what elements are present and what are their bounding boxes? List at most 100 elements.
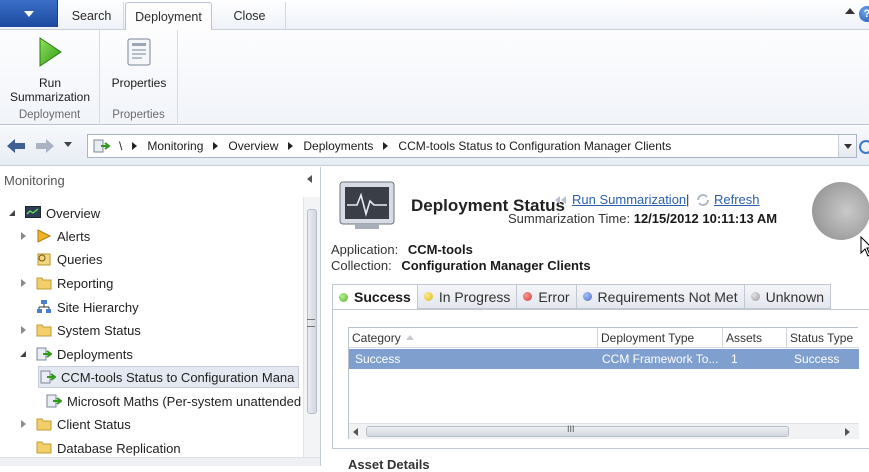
address-bar[interactable]: \ Monitoring Overview Deployments CCM-to… [87, 134, 857, 158]
success-dot-icon [339, 292, 348, 302]
forward-arrow-icon[interactable] [34, 136, 56, 156]
scroll-grip: III [567, 424, 575, 434]
application-menu-button[interactable] [0, 0, 58, 27]
refresh-link[interactable]: Refresh [696, 192, 760, 207]
application-row: Application: CCM-tools [331, 242, 473, 257]
expander-open-icon[interactable] [17, 348, 29, 360]
status-tabs: Success In Progress Error Requirements N… [332, 284, 831, 310]
navigation-bar: \ Monitoring Overview Deployments CCM-to… [0, 126, 869, 166]
collection-value: Configuration Manager Clients [401, 258, 591, 273]
run-summarization-icon [554, 194, 568, 206]
column-header-category[interactable]: Category [349, 328, 598, 348]
tab-in-progress[interactable]: In Progress [417, 284, 518, 309]
address-dropdown-button[interactable] [838, 135, 856, 157]
summarization-time: Summarization Time: 12/15/2012 10:11:13 … [508, 211, 777, 226]
breadcrumb-root[interactable]: \ [113, 139, 128, 153]
tree-label: Overview [46, 205, 101, 221]
tree-item-site-hierarchy[interactable]: Site Hierarchy [35, 296, 139, 318]
play-icon [33, 34, 67, 70]
tree-item-queries[interactable]: Queries [35, 248, 103, 270]
collapse-pane-icon[interactable] [307, 175, 312, 183]
column-header-status-type[interactable]: Status Type [787, 328, 859, 348]
tab-success[interactable]: Success [332, 284, 418, 310]
navigation-vertical-scrollbar[interactable] [303, 197, 320, 457]
tab-search[interactable]: Search [60, 2, 124, 30]
breadcrumb-item[interactable]: Overview [222, 139, 284, 153]
tree-item-system-status[interactable]: System Status [17, 319, 141, 341]
unknown-dot-icon [750, 292, 760, 301]
alert-icon [35, 228, 53, 244]
back-arrow-icon[interactable] [5, 136, 27, 156]
tab-close[interactable]: Close [214, 2, 286, 30]
tab-requirements-not-met[interactable]: Requirements Not Met [576, 284, 745, 309]
column-header-assets[interactable]: Assets [723, 328, 787, 348]
collection-label: Collection: [331, 258, 392, 273]
history-dropdown-icon[interactable] [64, 142, 72, 147]
tree-item-ccm-tools-deployment[interactable]: CCM-tools Status to Configuration Mana [38, 366, 299, 388]
cell-status-type: Success [794, 352, 840, 366]
properties-icon [122, 34, 156, 70]
breadcrumb-item[interactable]: Deployments [297, 139, 379, 153]
scrollbar-thumb[interactable]: III [366, 424, 789, 437]
expander-closed-icon[interactable] [17, 418, 29, 430]
breadcrumb-separator-icon[interactable] [288, 142, 294, 150]
breadcrumb-separator-icon[interactable] [213, 142, 219, 150]
column-label: Deployment Type [601, 330, 695, 345]
breadcrumb-item[interactable]: Monitoring [141, 139, 209, 153]
breadcrumb-item[interactable]: CCM-tools Status to Configuration Manage… [392, 139, 677, 153]
scroll-left-icon[interactable] [353, 428, 358, 436]
expander-open-icon[interactable] [6, 207, 18, 219]
tree-label: Site Hierarchy [57, 299, 139, 315]
expander-closed-icon[interactable] [17, 324, 29, 336]
category-grid: Category Deployment Type Assets Status T… [348, 327, 859, 439]
tree-label: Reporting [57, 275, 114, 291]
query-icon [35, 251, 53, 267]
run-label-line2: Summarization [9, 90, 91, 104]
scroll-grip-icon [307, 319, 315, 327]
tab-unknown[interactable]: Unknown [744, 284, 831, 309]
expander-closed-icon[interactable] [17, 277, 29, 289]
tree-label: Deployments [57, 346, 133, 362]
status-tab-panel: Category Deployment Type Assets Status T… [332, 309, 869, 449]
ribbon-tab-strip: Search Deployment Close ? [0, 0, 869, 31]
refresh-icon[interactable] [859, 140, 869, 154]
expander-closed-icon[interactable] [17, 230, 29, 242]
properties-button[interactable]: Properties [104, 34, 174, 90]
breadcrumb-separator-icon[interactable] [383, 142, 389, 150]
tab-label: Success [354, 289, 411, 305]
group-label-properties: Properties [112, 109, 165, 121]
tab-deployment[interactable]: Deployment [125, 2, 212, 31]
navigation-pane-title: Monitoring [4, 173, 65, 188]
column-header-deployment-type[interactable]: Deployment Type [598, 328, 723, 348]
refresh-icon [696, 193, 710, 206]
run-summarization-label: Run Summarization [572, 192, 687, 207]
scrollbar-thumb[interactable] [307, 209, 317, 414]
scroll-right-icon[interactable] [845, 428, 850, 436]
grid-horizontal-scrollbar[interactable]: III [349, 423, 859, 439]
tree-label: Queries [57, 251, 103, 267]
hierarchy-icon [35, 299, 53, 315]
breadcrumb-separator-icon[interactable] [132, 142, 138, 150]
folder-icon [35, 416, 53, 432]
collapse-ribbon-icon[interactable] [845, 8, 855, 14]
tree-item-client-status[interactable]: Client Status [17, 413, 131, 435]
help-icon[interactable]: ? [859, 6, 869, 22]
navigation-horizontal-scrollbar[interactable] [0, 457, 320, 466]
application-label: Application: [331, 242, 399, 257]
table-row[interactable]: Success CCM Framework To... 1 Success [349, 349, 859, 369]
folder-icon [35, 322, 53, 338]
tab-error[interactable]: Error [517, 284, 577, 309]
tree-item-overview[interactable]: Overview [6, 202, 100, 224]
deployment-icon [35, 346, 53, 362]
tree-item-microsoft-maths-deployment[interactable]: Microsoft Maths (Per-system unattended [45, 390, 301, 412]
tree-item-deployments[interactable]: Deployments [17, 343, 133, 365]
tree-item-reporting[interactable]: Reporting [17, 272, 113, 294]
group-label-deployment: Deployment [18, 109, 81, 121]
mouse-cursor-icon [860, 235, 869, 258]
run-summarization-link[interactable]: Run Summarization [554, 192, 686, 207]
tree-item-database-replication[interactable]: Database Replication [35, 437, 181, 459]
folder-icon [35, 275, 53, 291]
run-summarization-button[interactable]: Run Summarization [6, 34, 94, 104]
cell-deployment-type: CCM Framework To... [602, 352, 719, 366]
tree-item-alerts[interactable]: Alerts [17, 225, 90, 247]
